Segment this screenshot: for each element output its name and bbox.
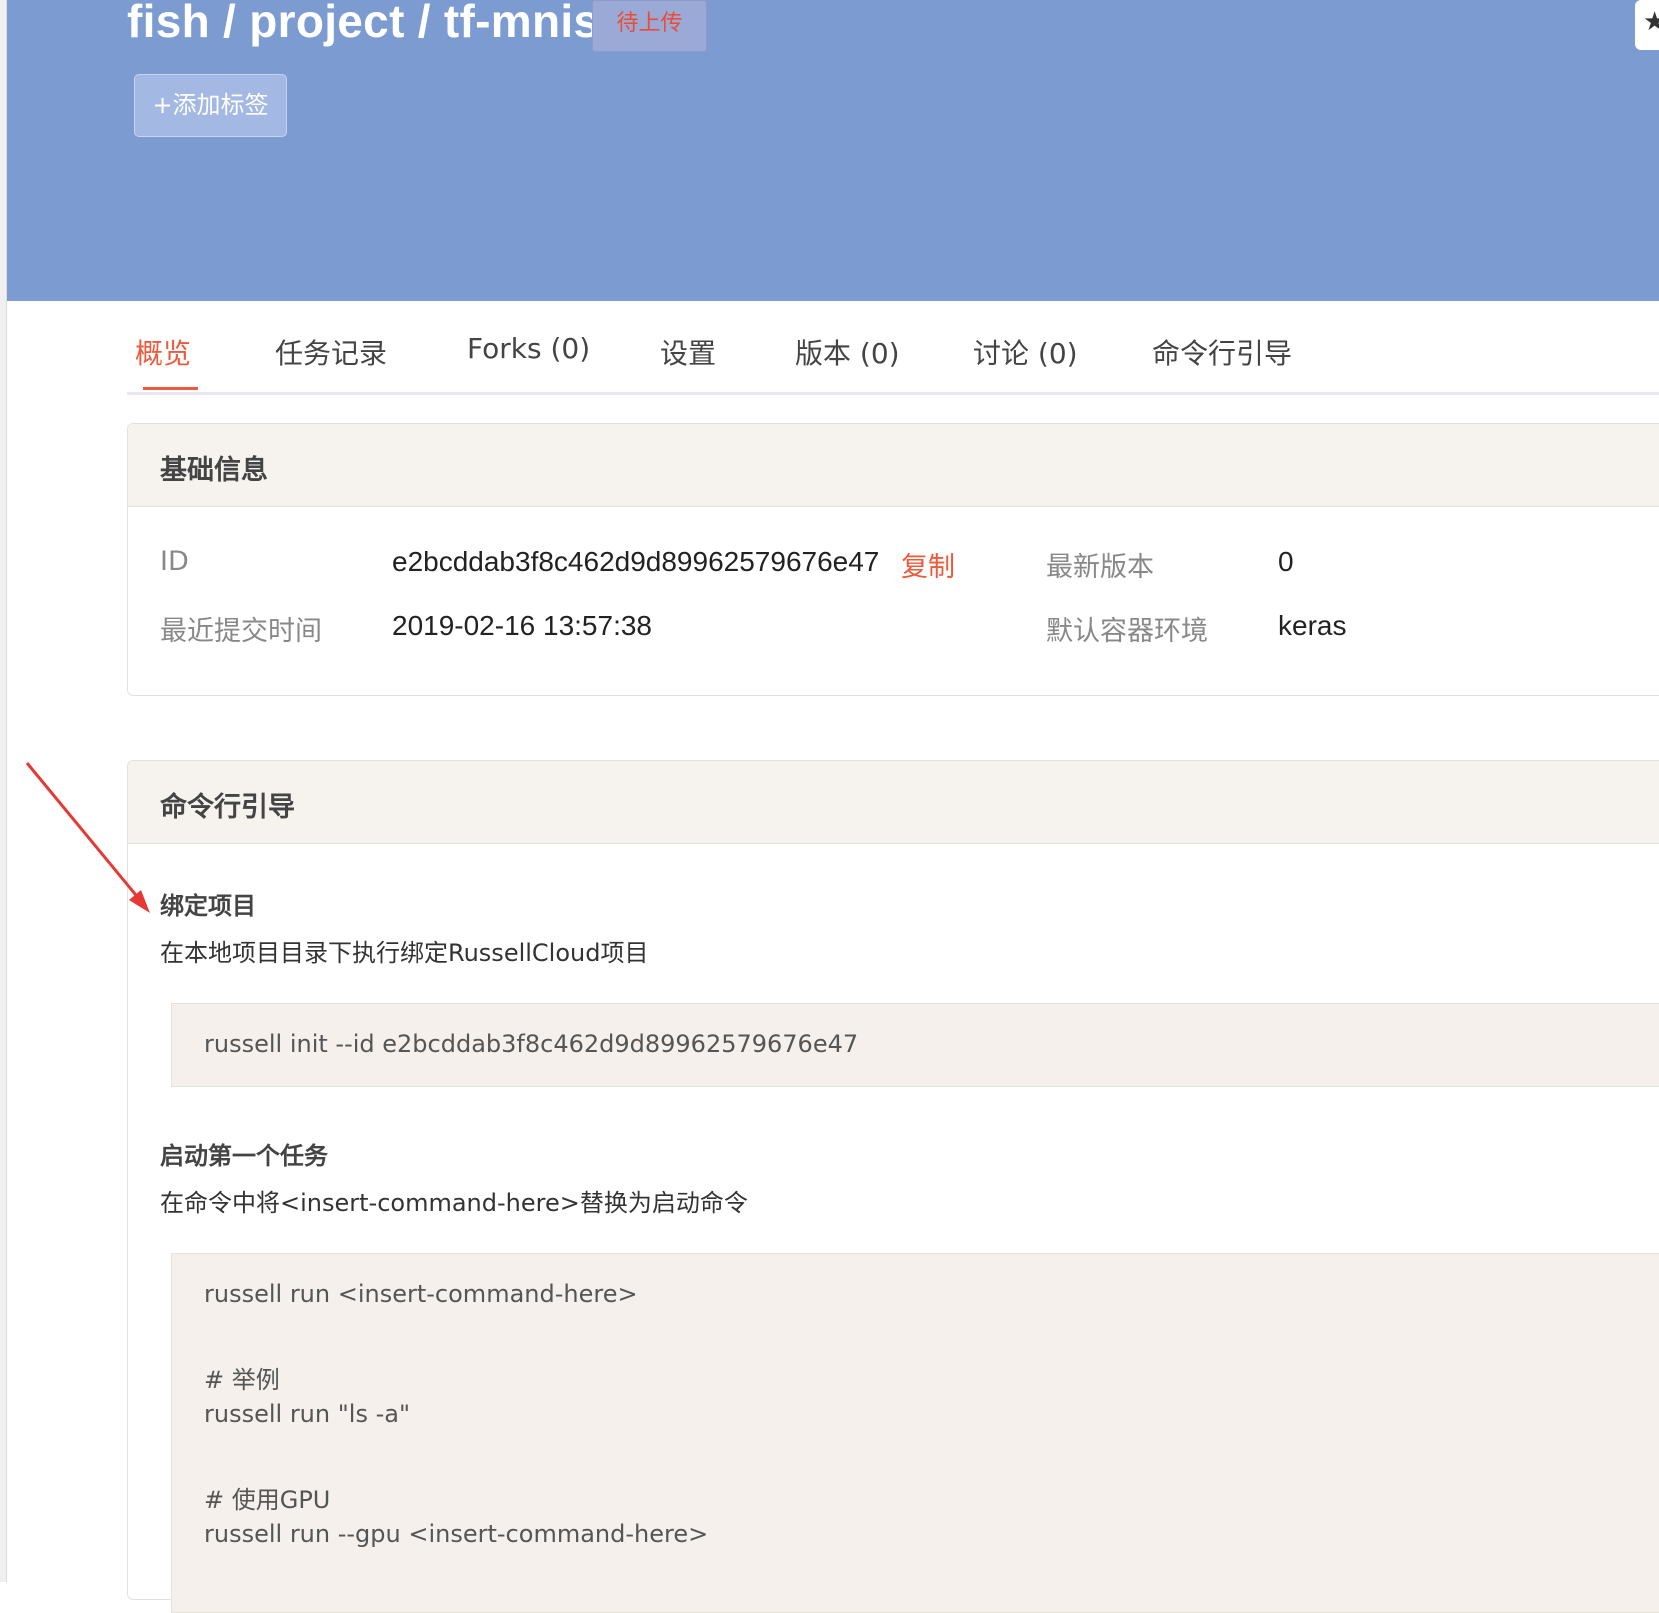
default-env-label: 默认容器环境 <box>1046 616 1208 647</box>
copy-id-link[interactable]: 复制 <box>901 545 955 584</box>
first-task-code-block[interactable]: russell run <insert-command-here> # 举例 r… <box>171 1253 1659 1613</box>
code-comment: # 使用GPU <box>204 1486 331 1514</box>
arrow-shaft <box>25 762 142 901</box>
last-commit-value: 2019-02-16 13:57:38 <box>392 610 652 641</box>
project-tabs: 概览 任务记录 Forks (0) 设置 版本 (0) 讨论 (0) 命令行引导 <box>127 300 1659 395</box>
tab-cli-guide[interactable]: 命令行引导 <box>1152 332 1292 372</box>
default-env-value: keras <box>1278 610 1347 641</box>
basic-info-panel: 基础信息 ID e2bcddab3f8c462d9d89962579676e47… <box>127 423 1659 696</box>
code-line: russell run --gpu <insert-command-here> <box>204 1520 709 1548</box>
code-line: russell init --id e2bcddab3f8c462d9d8996… <box>204 1030 859 1058</box>
tab-versions[interactable]: 版本 (0) <box>795 332 900 372</box>
code-line: russell run "ls -a" <box>204 1400 410 1428</box>
bind-project-description: 在本地项目目录下执行绑定RussellCloud项目 <box>160 939 649 967</box>
tab-task-records[interactable]: 任务记录 <box>275 332 387 372</box>
first-task-description: 在命令中将<insert-command-here>替换为启动命令 <box>160 1189 748 1217</box>
code-comment: # 举例 <box>204 1366 280 1394</box>
project-id-value: e2bcddab3f8c462d9d89962579676e47 <box>392 546 880 577</box>
star-icon: ★ <box>1643 7 1659 37</box>
bind-command-code-block[interactable]: russell init --id e2bcddab3f8c462d9d8996… <box>171 1003 1659 1087</box>
repo-path-title: fish / project / tf-mnist <box>127 0 615 47</box>
project-header-banner: fish / project / tf-mnist 待上传 +添加标签 ★ <box>7 0 1659 301</box>
cli-guide-panel: 命令行引导 绑定项目 在本地项目目录下执行绑定RussellCloud项目 ru… <box>127 760 1659 1613</box>
first-task-heading: 启动第一个任务 <box>160 1142 328 1170</box>
basic-info-header: 基础信息 <box>128 424 1659 507</box>
upload-status-badge: 待上传 <box>592 0 707 52</box>
tab-forks[interactable]: Forks (0) <box>467 332 590 365</box>
latest-version-value: 0 <box>1278 546 1294 577</box>
code-line: russell run <insert-command-here> <box>204 1280 638 1308</box>
tab-settings[interactable]: 设置 <box>660 332 716 372</box>
star-button[interactable]: ★ <box>1635 0 1659 50</box>
arrow-head <box>129 890 150 913</box>
red-annotation-arrow <box>25 762 150 913</box>
latest-version-label: 最新版本 <box>1046 552 1154 583</box>
cli-guide-header: 命令行引导 <box>128 761 1659 844</box>
tab-discussions[interactable]: 讨论 (0) <box>973 332 1078 372</box>
